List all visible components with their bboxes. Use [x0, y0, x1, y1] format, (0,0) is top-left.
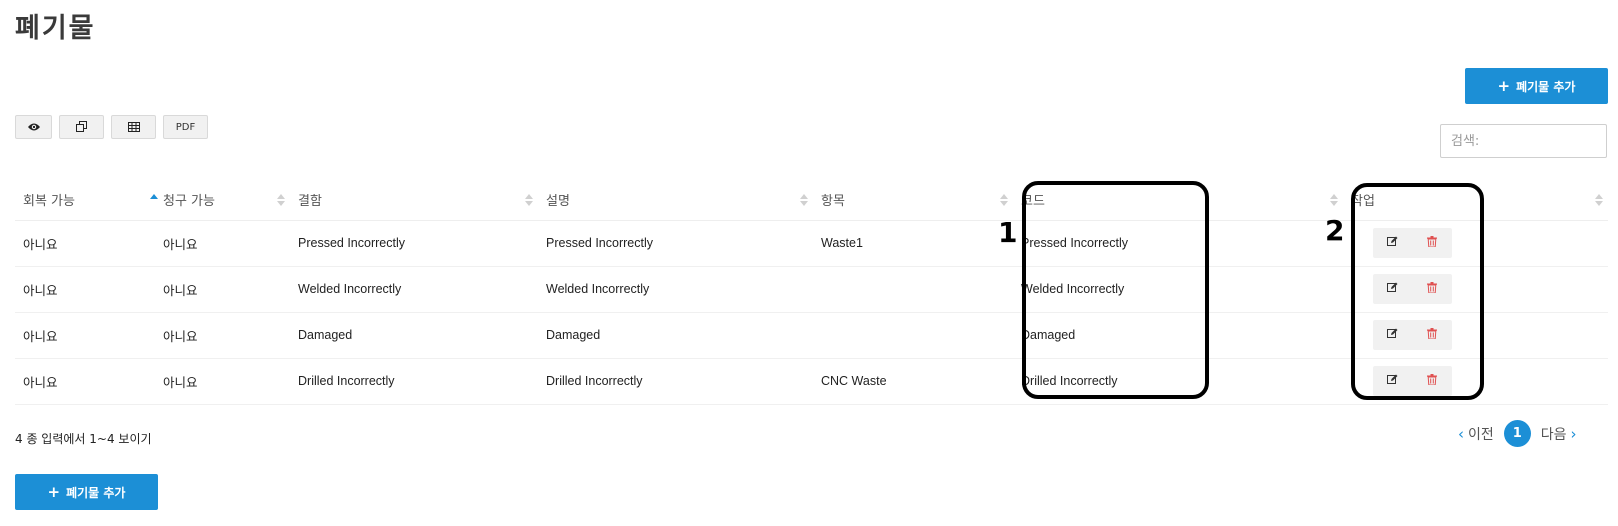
annotation-label-2: 2: [1325, 214, 1345, 247]
waste-table: 회복 가능 청구 가능 결함 설명 항목 코드 작업 아니요 아니요 Press…: [15, 180, 1608, 405]
delete-button[interactable]: [1417, 366, 1447, 396]
table-header-row: 회복 가능 청구 가능 결함 설명 항목 코드 작업: [15, 180, 1608, 221]
next-label: 다음: [1540, 426, 1567, 443]
sort-icon: [1000, 194, 1009, 208]
cell-actions: [1343, 358, 1608, 405]
chevron-right-icon: ›: [1570, 424, 1577, 443]
previous-label: 이전: [1468, 426, 1494, 443]
cell-code-link[interactable]: Welded Incorrectly: [1013, 266, 1343, 313]
sort-icon: [1595, 194, 1604, 208]
sort-icon: [277, 194, 286, 208]
cell-recoverable: 아니요: [15, 358, 155, 405]
cell-code-link[interactable]: Pressed Incorrectly: [1013, 220, 1343, 267]
cell-actions: [1343, 266, 1608, 313]
column-visibility-button[interactable]: [15, 115, 52, 139]
cell-defect: Welded Incorrectly: [290, 266, 538, 313]
row-actions: [1373, 366, 1452, 396]
table-row: 아니요 아니요 Welded Incorrectly Welded Incorr…: [15, 266, 1608, 313]
trash-icon: [1427, 328, 1438, 342]
search-input[interactable]: [1440, 124, 1607, 158]
pdf-export-button[interactable]: PDF: [163, 115, 208, 139]
edit-button[interactable]: [1378, 274, 1408, 304]
column-header-description[interactable]: 설명: [538, 180, 813, 221]
cell-code-link[interactable]: Damaged: [1013, 312, 1343, 359]
pagination: ‹ 이전 1 다음 ›: [1458, 420, 1577, 447]
add-waste-button-top[interactable]: + 폐기물 추가: [1465, 68, 1608, 104]
column-header-billable[interactable]: 청구 가능: [155, 180, 290, 221]
cell-defect: Pressed Incorrectly: [290, 220, 538, 267]
row-actions: [1373, 320, 1452, 350]
annotation-label-1: 1: [998, 216, 1018, 249]
cell-description: Pressed Incorrectly: [538, 220, 813, 267]
edit-icon: [1387, 236, 1398, 250]
cell-billable: 아니요: [155, 312, 290, 359]
row-actions: [1373, 228, 1452, 258]
table-row: 아니요 아니요 Pressed Incorrectly Pressed Inco…: [15, 220, 1608, 267]
column-header-item[interactable]: 항목: [813, 180, 1013, 221]
export-toolbar: PDF: [15, 115, 208, 139]
add-waste-label: 폐기물 추가: [1516, 79, 1576, 94]
cell-billable: 아니요: [155, 220, 290, 267]
cell-item: [813, 312, 1013, 359]
column-header-defect[interactable]: 결함: [290, 180, 538, 221]
sort-icon: [1330, 194, 1339, 208]
cell-code-link[interactable]: Drilled Incorrectly: [1013, 358, 1343, 405]
excel-export-button[interactable]: [111, 115, 156, 139]
cell-defect: Damaged: [290, 312, 538, 359]
eye-icon: [27, 122, 41, 132]
edit-button[interactable]: [1378, 228, 1408, 258]
trash-icon: [1427, 236, 1438, 250]
edit-icon: [1387, 374, 1398, 388]
cell-billable: 아니요: [155, 358, 290, 405]
cell-item: [813, 266, 1013, 313]
cell-description: Drilled Incorrectly: [538, 358, 813, 405]
column-header-actions[interactable]: 작업: [1343, 180, 1608, 221]
edit-icon: [1387, 328, 1398, 342]
copy-button[interactable]: [59, 115, 104, 139]
cell-item: CNC Waste: [813, 358, 1013, 405]
cell-actions: [1343, 220, 1608, 267]
cell-defect: Drilled Incorrectly: [290, 358, 538, 405]
edit-button[interactable]: [1378, 366, 1408, 396]
page-title: 폐기물: [15, 13, 96, 44]
copy-icon: [75, 121, 88, 133]
table-info: 4 종 입력에서 1~4 보이기: [15, 432, 152, 446]
plus-icon: +: [1497, 76, 1511, 95]
delete-button[interactable]: [1417, 228, 1447, 258]
cell-description: Welded Incorrectly: [538, 266, 813, 313]
cell-recoverable: 아니요: [15, 266, 155, 313]
add-waste-button-bottom[interactable]: + 폐기물 추가: [15, 474, 158, 510]
cell-recoverable: 아니요: [15, 312, 155, 359]
cell-item: Waste1: [813, 220, 1013, 267]
next-page-button[interactable]: 다음 ›: [1541, 424, 1577, 444]
table-row: 아니요 아니요 Damaged Damaged Damaged: [15, 312, 1608, 359]
edit-icon: [1387, 282, 1398, 296]
delete-button[interactable]: [1417, 274, 1447, 304]
trash-icon: [1427, 282, 1438, 296]
delete-button[interactable]: [1417, 320, 1447, 350]
table-icon: [127, 122, 140, 132]
chevron-left-icon: ‹: [1458, 424, 1464, 443]
trash-icon: [1427, 374, 1438, 388]
sort-icon: [800, 194, 809, 208]
previous-page-button[interactable]: ‹ 이전: [1458, 424, 1494, 444]
cell-description: Damaged: [538, 312, 813, 359]
cell-actions: [1343, 312, 1608, 359]
cell-recoverable: 아니요: [15, 220, 155, 267]
edit-button[interactable]: [1378, 320, 1408, 350]
plus-icon: +: [47, 482, 61, 501]
table-row: 아니요 아니요 Drilled Incorrectly Drilled Inco…: [15, 358, 1608, 405]
row-actions: [1373, 274, 1452, 304]
page-button-current[interactable]: 1: [1503, 420, 1531, 447]
sort-icon: [525, 194, 534, 208]
column-header-recoverable[interactable]: 회복 가능: [15, 180, 158, 221]
column-header-code[interactable]: 코드: [1013, 180, 1343, 221]
cell-billable: 아니요: [155, 266, 290, 313]
add-waste-label: 폐기물 추가: [66, 485, 126, 500]
